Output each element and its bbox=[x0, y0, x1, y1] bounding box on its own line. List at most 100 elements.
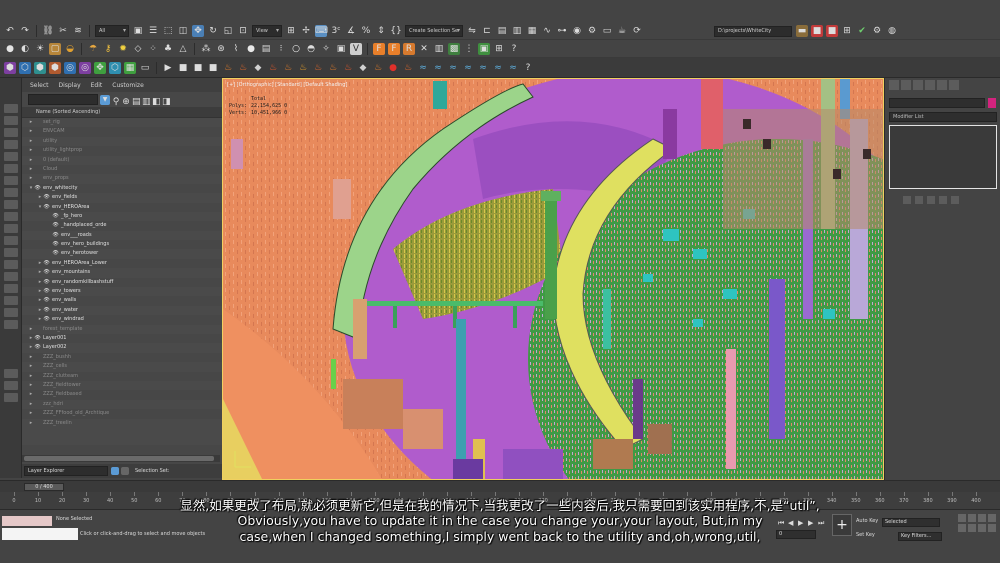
selection-filter-dropdown[interactable]: All bbox=[95, 24, 129, 37]
modifier-list-dropdown[interactable]: Modifier List bbox=[889, 112, 997, 122]
align-icon[interactable]: ⊏ bbox=[481, 25, 493, 37]
menu-customize[interactable]: Customize bbox=[112, 82, 144, 89]
utilities-tab-icon[interactable] bbox=[949, 80, 959, 90]
plugin-5-icon[interactable]: ◎ bbox=[64, 61, 76, 74]
layer-row[interactable]: ▸ ZZZ_clutteam bbox=[22, 371, 222, 381]
filter-invert-icon[interactable] bbox=[4, 272, 18, 281]
tool-a-icon[interactable]: ⚲ bbox=[112, 96, 120, 107]
menu-select[interactable]: Select bbox=[30, 82, 49, 89]
globe-icon[interactable]: ◍ bbox=[886, 25, 898, 37]
forest-edit-icon[interactable]: F bbox=[388, 42, 400, 55]
tool-bars-icon[interactable]: ▥ bbox=[433, 43, 445, 55]
select-move-icon[interactable]: ✥ bbox=[192, 24, 204, 37]
visibility-eye-icon[interactable]: 👁 bbox=[43, 259, 50, 268]
horizontal-scrollbar[interactable] bbox=[22, 455, 220, 462]
railclone-icon[interactable]: R bbox=[403, 42, 415, 55]
layer-row[interactable]: ▸ 👁 env_water bbox=[22, 306, 222, 315]
time-slider[interactable]: 0 / 400 bbox=[24, 483, 64, 491]
render-setup-icon[interactable]: ⚙ bbox=[586, 25, 598, 37]
layer-row[interactable]: ▸ forest_template bbox=[22, 325, 222, 334]
unlink-icon[interactable]: ✂ bbox=[57, 25, 69, 37]
layer-row[interactable]: ▸ 👁 Layer002 bbox=[22, 343, 222, 352]
water-7-icon[interactable]: ≈ bbox=[507, 62, 519, 74]
water-4-icon[interactable]: ≈ bbox=[462, 62, 474, 74]
layer-row[interactable]: 👁 env_herotower bbox=[22, 249, 222, 258]
edit-named-selection-icon[interactable]: {} bbox=[390, 25, 402, 37]
cube-icon[interactable]: ◇ bbox=[132, 43, 144, 55]
expand-toggle-icon[interactable]: ▸ bbox=[28, 174, 34, 183]
tool-f-icon[interactable]: ◨ bbox=[162, 96, 171, 107]
select-rotate-icon[interactable]: ↻ bbox=[207, 25, 219, 37]
plugin-2-icon[interactable]: ⬡ bbox=[19, 61, 31, 74]
plugin-3-icon[interactable]: ⬢ bbox=[34, 61, 46, 74]
select-object-icon[interactable]: ▣ bbox=[132, 25, 144, 37]
layer-row[interactable]: ▸ ZZZ_fieldbased bbox=[22, 390, 222, 400]
visibility-eye-icon[interactable]: 👁 bbox=[43, 278, 50, 287]
panel-toggle-2-icon[interactable] bbox=[4, 381, 18, 390]
layer-view-icon[interactable] bbox=[111, 467, 119, 475]
display-tab-icon[interactable] bbox=[937, 80, 947, 90]
render-iterative-icon[interactable]: ⟳ bbox=[631, 25, 643, 37]
folder-icon[interactable]: ▬ bbox=[796, 25, 808, 37]
visibility-eye-icon[interactable]: 👁 bbox=[43, 287, 50, 296]
filter-xrefs-icon[interactable] bbox=[4, 188, 18, 197]
camera-icon[interactable]: ◐ bbox=[19, 43, 31, 55]
filter-options-icon[interactable] bbox=[4, 284, 18, 293]
tool-grid-icon[interactable]: ⊞ bbox=[493, 43, 505, 55]
layer-row[interactable]: ▸ ZZZ_bushh bbox=[22, 352, 222, 363]
visibility-eye-icon[interactable]: 👁 bbox=[52, 231, 59, 240]
layer-row[interactable]: ▸ 👁 env_mountains bbox=[22, 268, 222, 277]
curve-editor-icon[interactable]: ∿ bbox=[541, 25, 553, 37]
water-5-icon[interactable]: ≈ bbox=[477, 62, 489, 74]
modify-tab-icon[interactable] bbox=[901, 80, 911, 90]
layer-row[interactable]: 👁 _fp_hero bbox=[22, 212, 222, 221]
filter-lights-icon[interactable] bbox=[4, 128, 18, 137]
expand-toggle-icon[interactable]: ▸ bbox=[28, 362, 34, 371]
visibility-eye-icon[interactable]: 👁 bbox=[43, 306, 50, 315]
flame-6-icon[interactable]: ♨ bbox=[312, 62, 324, 74]
flame-5-icon[interactable]: ♨ bbox=[297, 62, 309, 74]
toggle-ribbon-icon[interactable]: ▦ bbox=[526, 25, 538, 37]
layer-row[interactable]: ▸ set_rig bbox=[22, 118, 222, 127]
water-1-icon[interactable]: ≈ bbox=[417, 62, 429, 74]
scatter-icon[interactable]: ⁂ bbox=[200, 43, 212, 55]
plugin-1-icon[interactable]: ⬢ bbox=[4, 61, 16, 74]
menu-edit[interactable]: Edit bbox=[91, 82, 103, 89]
expand-toggle-icon[interactable]: ▸ bbox=[28, 381, 34, 390]
tool-e-icon[interactable]: ◧ bbox=[152, 96, 161, 107]
layer-row[interactable]: ▸ 👁 env_randomkillbashstuff bbox=[22, 277, 222, 288]
tool-b-icon[interactable]: ⊕ bbox=[122, 96, 130, 107]
object-name-field[interactable] bbox=[889, 98, 985, 108]
visibility-eye-icon[interactable]: 👁 bbox=[34, 184, 41, 193]
layer-row[interactable]: ▸ 👁 env_HEROArea_Lower bbox=[22, 258, 222, 269]
layer-row[interactable]: ▸ 👁 env_walls bbox=[22, 296, 222, 306]
layer-row[interactable]: ▸ ENVCAM bbox=[22, 127, 222, 137]
visibility-eye-icon[interactable]: 👁 bbox=[43, 296, 50, 305]
explorer-column-header[interactable]: Name (Sorted Ascending) bbox=[22, 107, 222, 118]
stop-2-icon[interactable]: ■ bbox=[207, 62, 219, 74]
forest-icon[interactable]: F bbox=[373, 42, 385, 55]
layer-row[interactable]: ▸ ZZZ_fieldtower bbox=[22, 381, 222, 390]
select-scale-icon[interactable]: ◱ bbox=[222, 25, 234, 37]
transform-icon[interactable]: ⊛ bbox=[215, 43, 227, 55]
flame-3-icon[interactable]: ♨ bbox=[267, 62, 279, 74]
material-editor-icon[interactable]: ◉ bbox=[571, 25, 583, 37]
make-unique-icon[interactable] bbox=[927, 196, 935, 204]
tree-icon[interactable]: ♣ bbox=[162, 43, 174, 55]
plugin-9-icon[interactable]: ▦ bbox=[124, 61, 136, 74]
manipulate-icon[interactable]: ✢ bbox=[300, 25, 312, 37]
remove-modifier-icon[interactable] bbox=[939, 196, 947, 204]
expand-toggle-icon[interactable]: ▸ bbox=[28, 390, 34, 399]
pivot-center-icon[interactable]: ⊞ bbox=[285, 25, 297, 37]
expand-toggle-icon[interactable]: ▸ bbox=[28, 353, 34, 362]
settings-icon[interactable]: ⚙ bbox=[871, 25, 883, 37]
plugin-7-icon[interactable]: ✥ bbox=[94, 61, 106, 74]
filter-all-icon[interactable] bbox=[4, 248, 18, 257]
object-color-swatch[interactable] bbox=[988, 98, 996, 108]
visibility-eye-icon[interactable]: 👁 bbox=[52, 240, 59, 249]
plugin-8-icon[interactable]: ⬡ bbox=[109, 61, 121, 74]
layer-row[interactable]: ▸ utility_lightprop bbox=[22, 146, 222, 156]
expand-toggle-icon[interactable]: ▸ bbox=[28, 400, 34, 409]
tool-d-icon[interactable]: ▥ bbox=[142, 96, 151, 107]
visibility-eye-icon[interactable]: 👁 bbox=[43, 315, 50, 324]
